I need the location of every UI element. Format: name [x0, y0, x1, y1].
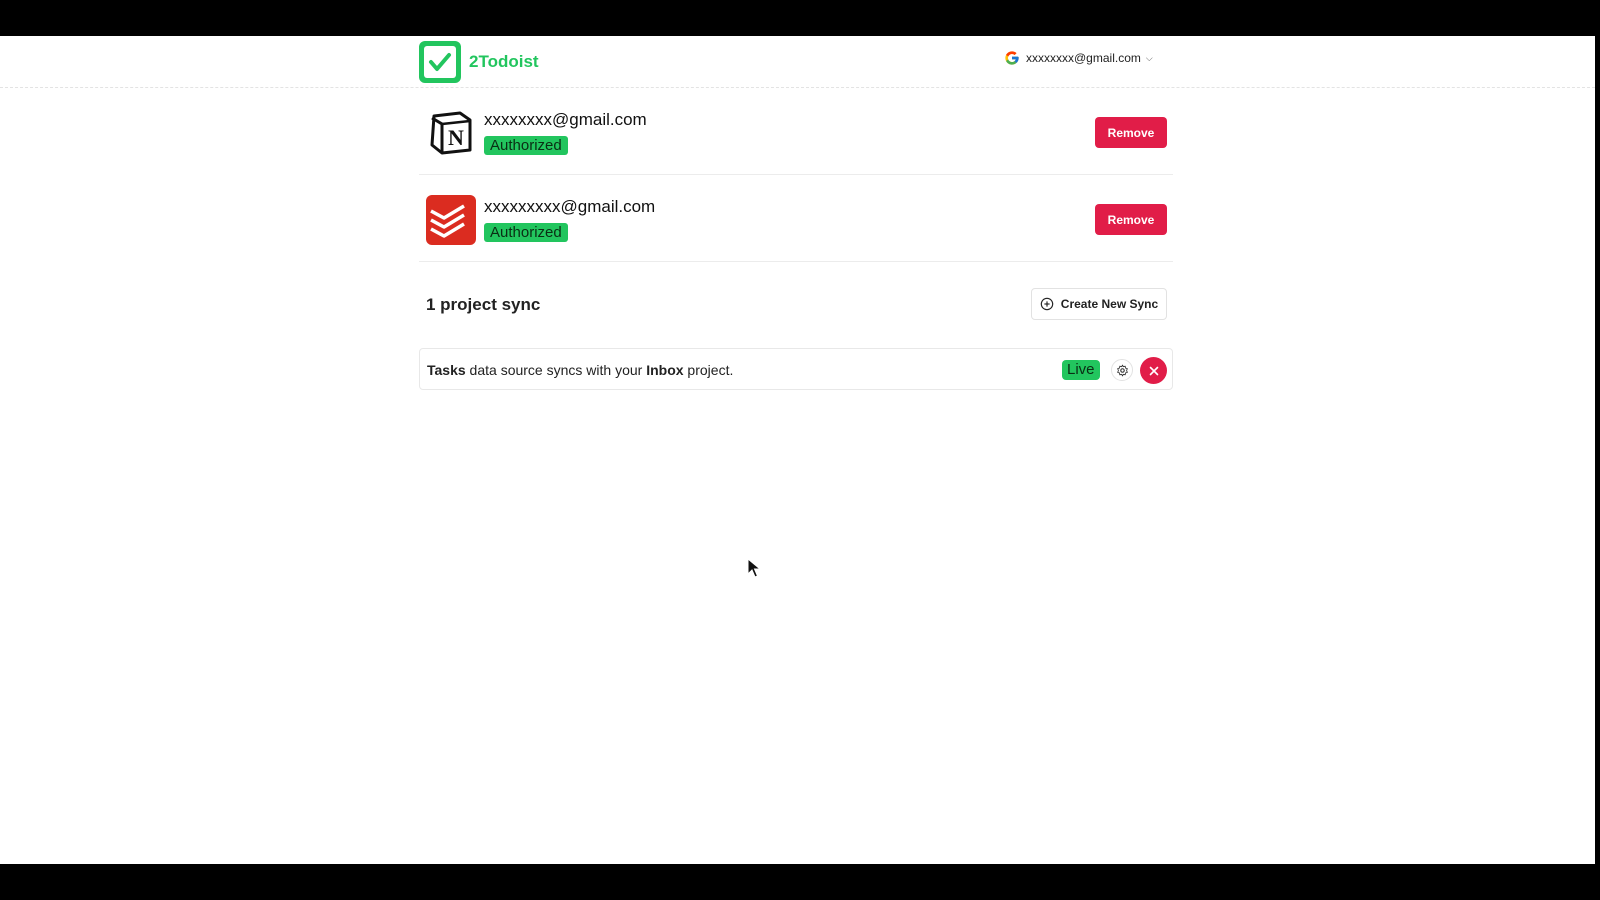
sync-settings-button[interactable] [1111, 359, 1133, 381]
screen-letterbox-top [0, 0, 1600, 36]
sync-text-middle: data source syncs with your [465, 362, 647, 378]
sync-text-end: project. [683, 362, 734, 378]
remove-todoist-button[interactable]: Remove [1095, 204, 1167, 235]
notion-icon: N [426, 108, 476, 158]
notion-account-email: xxxxxxxx@gmail.com [484, 110, 647, 129]
create-new-sync-button[interactable]: Create New Sync [1031, 288, 1167, 320]
sync-description: Tasks data source syncs with your Inbox … [427, 362, 733, 378]
sync-section-header: 1 project sync Create New Sync [419, 262, 1173, 348]
sync-status-badge: Live [1062, 360, 1100, 380]
checkbox-logo-icon [419, 41, 461, 83]
sync-item: Tasks data source syncs with your Inbox … [419, 348, 1173, 390]
screen-letterbox-bottom [0, 864, 1600, 900]
svg-text:N: N [448, 125, 464, 150]
chevron-down-icon: ⌵ [1145, 52, 1153, 63]
sync-count-title: 1 project sync [426, 295, 541, 314]
delete-sync-button[interactable] [1140, 357, 1167, 384]
remove-notion-button[interactable]: Remove [1095, 117, 1167, 148]
app-viewport: 2Todoist xxxxxxxx@gmail.com ⌵ N xxxxxxxx… [0, 36, 1595, 864]
plus-circle-icon [1040, 297, 1054, 311]
app-name: 2Todoist [469, 52, 539, 71]
notion-status-badge: Authorized [484, 136, 568, 155]
account-row-notion: N xxxxxxxx@gmail.com Authorized Remove [419, 88, 1173, 175]
top-navbar: 2Todoist xxxxxxxx@gmail.com ⌵ [0, 36, 1595, 88]
create-new-sync-label: Create New Sync [1060, 297, 1159, 311]
account-menu[interactable]: xxxxxxxx@gmail.com ⌵ [1004, 50, 1153, 66]
todoist-account-email: xxxxxxxxx@gmail.com [484, 197, 656, 216]
sync-project: Inbox [646, 362, 684, 378]
main-content: N xxxxxxxx@gmail.com Authorized Remove x… [419, 88, 1173, 390]
screen-letterbox-right [1595, 36, 1600, 864]
todoist-icon [426, 195, 476, 245]
close-icon [1149, 366, 1158, 375]
todoist-status-badge: Authorized [484, 223, 568, 242]
app-logo[interactable]: 2Todoist [419, 41, 539, 83]
account-email: xxxxxxxx@gmail.com [1026, 51, 1141, 65]
gear-icon [1116, 364, 1128, 376]
sync-source: Tasks [427, 362, 466, 378]
google-icon [1005, 51, 1019, 65]
account-row-todoist: xxxxxxxxx@gmail.com Authorized Remove [419, 175, 1173, 262]
mouse-pointer-icon [747, 558, 761, 578]
